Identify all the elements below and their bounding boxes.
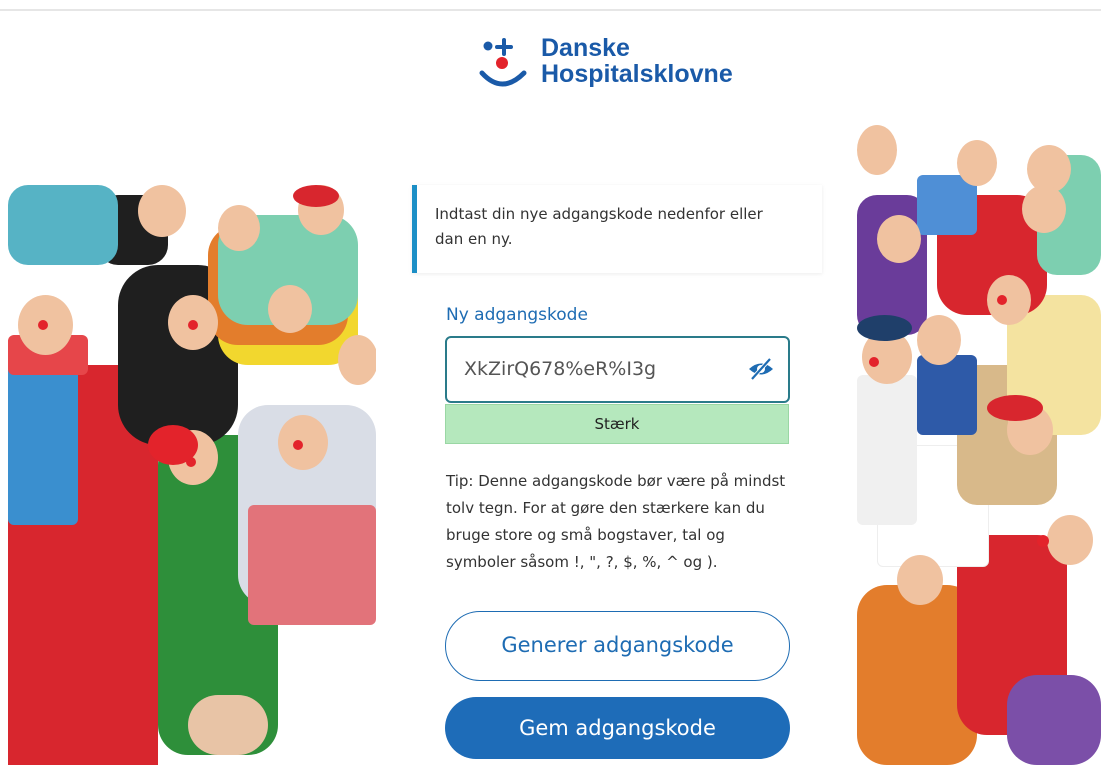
generate-password-button[interactable]: Generer adgangskode: [445, 611, 790, 681]
clowns-photo-right: [857, 115, 1101, 772]
eye-slash-icon[interactable]: [746, 356, 776, 382]
clown-face-logo-icon: [479, 38, 527, 87]
password-input[interactable]: [462, 357, 746, 381]
password-tip: Tip: Denne adgangskode bør være på minds…: [446, 472, 786, 571]
brand-name-line2: Hospitalsklovne: [541, 60, 733, 88]
brand-name-line1: Danske: [541, 34, 630, 62]
brand-logo: Danske Hospitalsklovne: [478, 35, 778, 95]
password-label: Ny adgangskode: [446, 305, 588, 325]
save-password-button[interactable]: Gem adgangskode: [445, 697, 790, 759]
password-strength-indicator: Stærk: [445, 404, 789, 444]
password-field[interactable]: [445, 336, 790, 403]
clowns-photo-left: [8, 175, 376, 765]
info-message-text: Indtast din nye adgangskode nedenfor ell…: [435, 205, 763, 248]
info-message-box: Indtast din nye adgangskode nedenfor ell…: [412, 185, 822, 273]
